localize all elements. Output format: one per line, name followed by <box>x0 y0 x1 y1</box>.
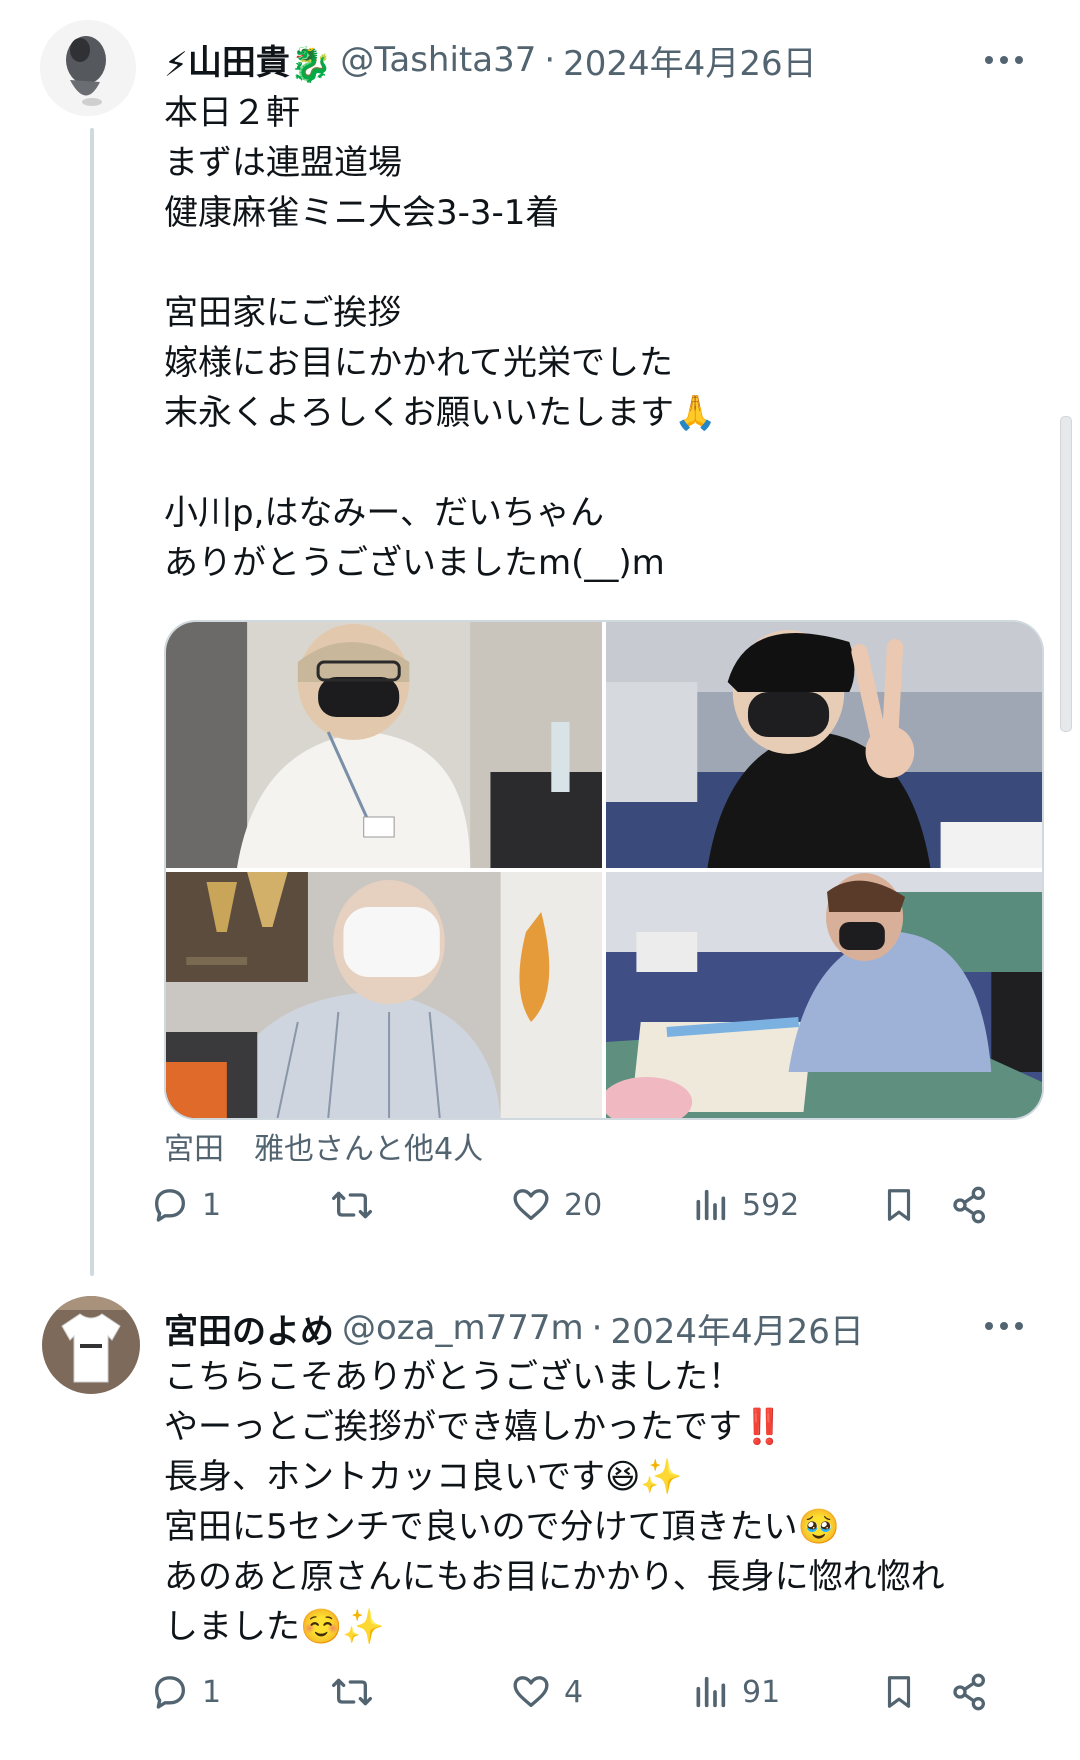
author-name[interactable]: ⚡山田貴🐉 <box>164 35 332 85</box>
more-icon[interactable] <box>976 40 1032 80</box>
scrollbar[interactable] <box>1060 416 1072 732</box>
retweet-icon <box>331 1678 372 1706</box>
reply-count: 1 <box>202 1674 222 1710</box>
tagged-users[interactable]: 宮田 雅也さんと他4人 <box>164 1124 483 1168</box>
media-grid <box>164 620 1044 1120</box>
like-icon <box>513 1676 549 1707</box>
more-icon[interactable] <box>976 1306 1032 1346</box>
tweet-text: 本日２軒 まずは連盟道場 健康麻雀ミニ大会3-3-1着 宮田家にご挨拶 嫁様にお… <box>164 93 717 583</box>
thread-line <box>90 128 94 1276</box>
tweet-1: ⚡山田貴🐉 @Tashita37 · 2024年4月26日 本日２軒 まずは連盟… <box>0 0 1080 1276</box>
views-icon <box>696 1676 726 1708</box>
views-button[interactable]: 592 <box>690 1185 880 1225</box>
like-button[interactable]: 4 <box>510 1672 690 1712</box>
dragon-emoji: 🐉 <box>289 44 333 85</box>
avatar-cat-image <box>40 20 136 116</box>
lightning-emoji: ⚡ <box>164 44 188 85</box>
photo-4[interactable] <box>606 872 1042 1118</box>
bookmark-icon <box>887 1676 911 1708</box>
share-button[interactable] <box>950 1672 1000 1712</box>
photo-2[interactable] <box>606 622 1042 868</box>
retweet-button[interactable] <box>330 1185 510 1225</box>
avatar[interactable] <box>42 1296 140 1394</box>
tweet-date[interactable]: 2024年4月26日 <box>563 36 816 85</box>
like-button[interactable]: 20 <box>510 1185 690 1225</box>
views-button[interactable]: 91 <box>690 1672 880 1712</box>
view-count: 91 <box>742 1674 781 1710</box>
reply-icon <box>155 1676 185 1709</box>
author-name[interactable]: 宮田のよめ <box>164 1304 334 1353</box>
tweet-date[interactable]: 2024年4月26日 <box>610 1304 863 1353</box>
photo-3[interactable] <box>166 872 602 1118</box>
avatar-shirt-image <box>42 1296 140 1394</box>
views-icon <box>696 1189 726 1221</box>
tweet-actions: 1 20 592 <box>150 1175 1050 1235</box>
separator: · <box>544 40 556 80</box>
like-count: 4 <box>564 1674 584 1710</box>
like-count: 20 <box>564 1187 603 1223</box>
reply-count: 1 <box>202 1187 222 1223</box>
share-icon <box>953 1186 985 1224</box>
tweet-header: 宮田のよめ @oza_m777m · 2024年4月26日 <box>164 1300 864 1356</box>
tweet-header: ⚡山田貴🐉 @Tashita37 · 2024年4月26日 <box>164 32 817 88</box>
reply-button[interactable]: 1 <box>150 1672 330 1712</box>
photo-1[interactable] <box>166 622 602 868</box>
separator: · <box>591 1308 603 1348</box>
reply-button[interactable]: 1 <box>150 1185 330 1225</box>
like-icon <box>513 1189 549 1220</box>
view-count: 592 <box>742 1187 800 1223</box>
retweet-icon <box>331 1191 372 1219</box>
tweet-actions: 1 4 91 <box>150 1662 1050 1722</box>
tweet-text: こちらこそありがとうございました！ やーっとご挨拶ができ嬉しかったです‼️ 長身… <box>164 1357 945 1647</box>
retweet-button[interactable] <box>330 1672 510 1712</box>
bookmark-button[interactable] <box>880 1672 950 1712</box>
share-button[interactable] <box>950 1185 1000 1225</box>
share-icon <box>953 1673 985 1711</box>
reply-icon <box>155 1189 185 1222</box>
bookmark-icon <box>887 1189 911 1221</box>
author-handle[interactable]: @oza_m777m <box>342 1308 584 1348</box>
tweet-2: 宮田のよめ @oza_m777m · 2024年4月26日 こちらこそありがとう… <box>0 1276 1080 1760</box>
author-handle[interactable]: @Tashita37 <box>340 40 536 80</box>
avatar[interactable] <box>40 20 136 116</box>
bookmark-button[interactable] <box>880 1185 950 1225</box>
